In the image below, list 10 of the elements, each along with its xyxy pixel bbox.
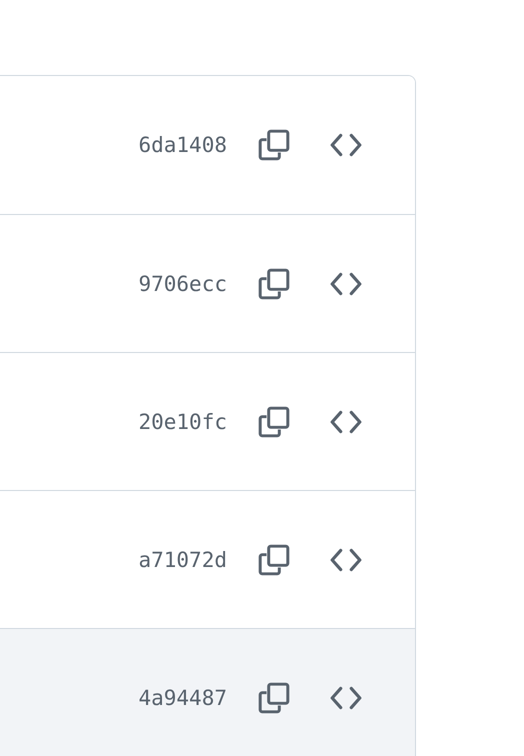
copy-icon[interactable]	[257, 680, 291, 714]
copy-icon[interactable]	[257, 404, 291, 438]
commit-hash[interactable]: a71072d	[138, 548, 227, 572]
commit-hash[interactable]: 6da1408	[138, 133, 227, 157]
commit-hash[interactable]: 20e10fc	[138, 410, 227, 434]
copy-icon[interactable]	[257, 128, 291, 162]
copy-icon[interactable]	[257, 266, 291, 300]
commit-hash[interactable]: 9706ecc	[138, 272, 227, 296]
copy-icon[interactable]	[257, 542, 291, 576]
commit-hash[interactable]: 4a94487	[138, 686, 227, 710]
